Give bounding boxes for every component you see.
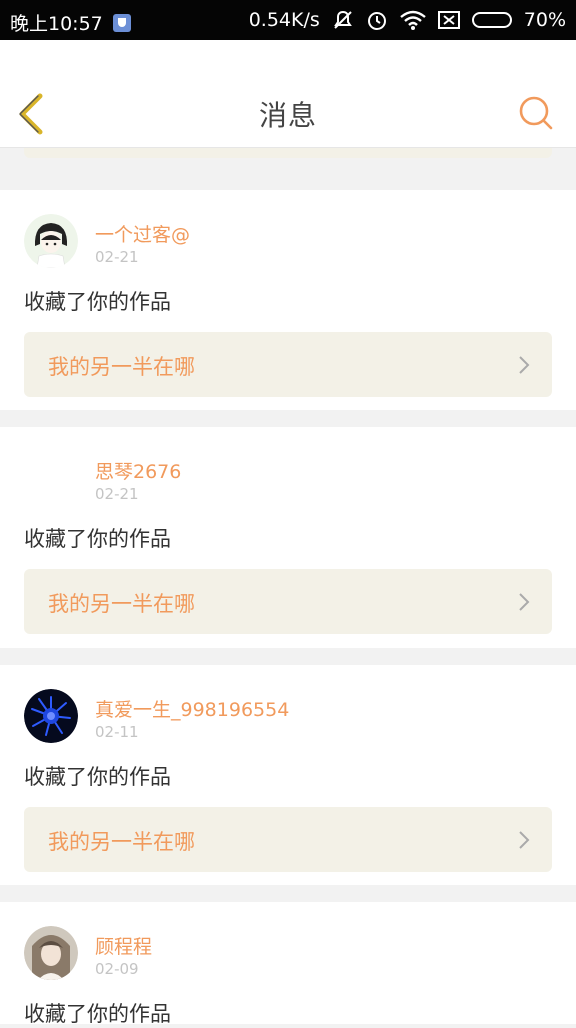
chevron-right-icon bbox=[519, 831, 530, 849]
work-title: 我的另一半在哪 bbox=[48, 355, 195, 379]
no-sim-icon bbox=[437, 11, 460, 29]
cartoon-girl-avatar bbox=[24, 214, 78, 268]
message-date: 02-21 bbox=[95, 485, 139, 503]
username[interactable]: 思琴2676 bbox=[95, 457, 181, 484]
message-date: 02-11 bbox=[95, 723, 139, 741]
action-text: 收藏了你的作品 bbox=[24, 527, 171, 551]
avatar[interactable] bbox=[24, 214, 78, 268]
avatar[interactable] bbox=[24, 689, 78, 743]
previous-work-card-edge bbox=[24, 148, 552, 158]
battery-icon bbox=[471, 12, 512, 28]
action-text: 收藏了你的作品 bbox=[24, 290, 171, 314]
action-text: 收藏了你的作品 bbox=[24, 765, 171, 789]
list-item: 顾程程 02-09 收藏了你的作品 bbox=[0, 902, 576, 1026]
chevron-right-icon bbox=[519, 593, 530, 611]
wifi-icon bbox=[399, 10, 426, 30]
list-item: 思琴2676 02-21 收藏了你的作品 我的另一半在哪 bbox=[0, 427, 576, 648]
work-card[interactable]: 我的另一半在哪 bbox=[24, 569, 552, 634]
battery-percent: 70% bbox=[523, 9, 566, 31]
message-date: 02-21 bbox=[95, 248, 139, 266]
list-item: 真爱一生_998196554 02-11 收藏了你的作品 我的另一半在哪 bbox=[0, 665, 576, 885]
page-title: 消息 bbox=[258, 99, 317, 132]
work-card[interactable]: 我的另一半在哪 bbox=[24, 807, 552, 872]
work-title: 我的另一半在哪 bbox=[48, 830, 195, 854]
alarm-icon bbox=[366, 9, 388, 31]
username[interactable]: 一个过客@ bbox=[95, 220, 190, 247]
avatar[interactable] bbox=[24, 926, 78, 980]
mute-icon bbox=[332, 10, 354, 30]
status-time: 晚上10:57 bbox=[10, 13, 103, 35]
username[interactable]: 顾程程 bbox=[95, 932, 152, 959]
app-header: 消息 bbox=[0, 40, 576, 148]
status-bar: 晚上10:57 0.54K/s 70% bbox=[0, 0, 576, 40]
work-card[interactable]: 我的另一半在哪 bbox=[24, 332, 552, 397]
message-date: 02-09 bbox=[95, 960, 139, 978]
blue-flower-avatar bbox=[24, 689, 78, 743]
network-speed: 0.54K/s bbox=[248, 9, 320, 31]
username[interactable]: 真爱一生_998196554 bbox=[95, 695, 289, 722]
search-icon[interactable] bbox=[518, 95, 554, 131]
list-item: 一个过客@ 02-21 收藏了你的作品 我的另一半在哪 bbox=[0, 190, 576, 410]
work-title: 我的另一半在哪 bbox=[48, 592, 195, 616]
avatar[interactable] bbox=[24, 451, 78, 505]
blank-avatar bbox=[24, 451, 78, 505]
app-shield-icon bbox=[112, 13, 131, 32]
chevron-right-icon bbox=[519, 356, 530, 374]
photo-avatar bbox=[24, 926, 78, 980]
